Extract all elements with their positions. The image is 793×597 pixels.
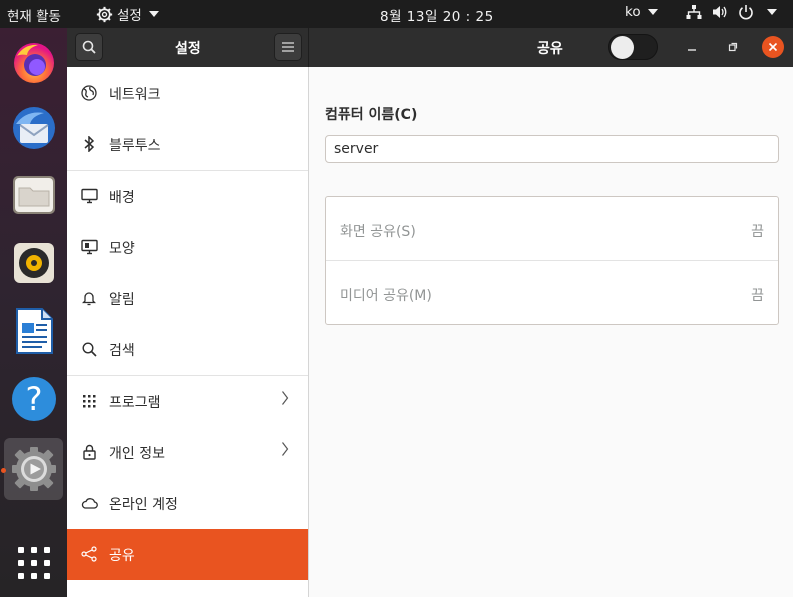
sidebar-item-label: 배경	[109, 190, 135, 206]
chevron-right-icon	[281, 390, 289, 411]
files-icon	[12, 176, 55, 214]
sidebar-item-notifications[interactable]: 알림	[67, 273, 308, 324]
sidebar-item-label: 모양	[109, 241, 135, 257]
sidebar-item-network[interactable]: 네트워크	[67, 68, 308, 119]
sidebar-item-search[interactable]: 검색	[67, 324, 308, 375]
svg-text:?: ?	[25, 380, 42, 418]
share-icon	[80, 545, 98, 563]
rhythmbox-icon	[13, 243, 54, 283]
computer-name-input[interactable]	[325, 135, 779, 163]
sharing-services-list: 화면 공유(S) 끔 미디어 공유(M) 끔	[325, 196, 779, 325]
sharing-toggle[interactable]	[608, 34, 658, 60]
menu-button[interactable]	[274, 33, 302, 61]
screen-sharing-label: 화면 공유(S)	[340, 224, 416, 240]
minimize-button[interactable]	[681, 36, 703, 58]
chevron-down-icon	[148, 11, 159, 17]
thunderbird-icon	[12, 107, 55, 149]
dock: ?	[0, 28, 67, 597]
sidebar-item-appearance[interactable]: 모양	[67, 222, 308, 273]
settings-sidebar: 네트워크 블루투스 배경 모양 알림 검색 프로그램 개인 정보 온라인 계정 …	[67, 67, 309, 597]
sidebar-item-label: 개인 정보	[109, 446, 165, 462]
computer-name-label: 컴퓨터 이름(C)	[325, 107, 418, 123]
bell-icon	[80, 289, 98, 307]
search-icon	[82, 40, 96, 54]
volume-icon	[713, 6, 727, 18]
sidebar-item-bluetooth[interactable]: 블루투스	[67, 119, 308, 170]
firefox-icon	[13, 43, 54, 83]
dock-help[interactable]: ?	[4, 368, 63, 430]
system-tray[interactable]	[686, 4, 777, 20]
monitor-icon	[80, 187, 98, 205]
network-icon	[686, 5, 702, 19]
bluetooth-icon	[80, 135, 98, 153]
screen-sharing-status: 끔	[751, 224, 764, 240]
top-panel: 현재 활동 설정 8월 13일 20 : 25 ko	[0, 0, 793, 28]
media-sharing-status: 끔	[751, 288, 764, 304]
sidebar-item-label: 네트워크	[109, 87, 161, 103]
media-sharing-label: 미디어 공유(M)	[340, 288, 432, 304]
sidebar-item-label: 검색	[109, 343, 135, 359]
app-menu-label: 설정	[117, 8, 142, 24]
sidebar-item-label: 공유	[109, 548, 135, 564]
cloud-icon	[80, 494, 98, 512]
dock-files[interactable]	[4, 164, 63, 226]
chevron-right-icon	[281, 441, 289, 462]
sidebar-item-background[interactable]: 배경	[67, 171, 308, 222]
clock[interactable]: 8월 13일 20 : 25	[380, 5, 494, 25]
help-icon: ?	[11, 377, 56, 421]
maximize-button[interactable]	[722, 36, 744, 58]
search-icon	[80, 340, 98, 358]
content-headerbar: 공유	[309, 28, 793, 67]
dock-rhythmbox[interactable]	[4, 232, 63, 294]
globe-icon	[80, 84, 98, 102]
hamburger-icon	[282, 42, 294, 52]
settings-icon	[11, 447, 56, 491]
chevron-down-icon	[767, 9, 777, 15]
toggle-knob	[611, 36, 634, 59]
sidebar-item-sharing[interactable]: 공유	[67, 529, 308, 580]
sidebar-item-online-accounts[interactable]: 온라인 계정	[67, 478, 308, 529]
sidebar-item-label: 블루투스	[109, 138, 161, 154]
sidebar-headerbar: 설정	[67, 28, 309, 67]
writer-icon	[15, 308, 53, 354]
search-button[interactable]	[75, 33, 103, 61]
lock-icon	[80, 443, 98, 461]
media-sharing-row[interactable]: 미디어 공유(M) 끔	[326, 261, 778, 325]
app-grid-icon	[17, 547, 50, 579]
minimize-icon	[688, 49, 696, 51]
sharing-panel: 컴퓨터 이름(C) 화면 공유(S) 끔 미디어 공유(M) 끔	[309, 67, 793, 597]
sidebar-title: 설정	[175, 41, 201, 57]
chevron-down-icon	[647, 9, 658, 15]
dock-firefox[interactable]	[4, 31, 63, 93]
sidebar-item-applications[interactable]: 프로그램	[67, 376, 308, 427]
dock-show-applications[interactable]	[4, 532, 63, 594]
settings-window: 설정 공유 네트워크 블루투스 배경 모양 알림 검색 프로그램 개인 정보 온…	[67, 28, 793, 597]
dock-thunderbird[interactable]	[4, 97, 63, 159]
close-button[interactable]	[762, 36, 784, 58]
close-icon	[768, 42, 778, 52]
input-method-menu[interactable]: ko	[625, 4, 658, 20]
sidebar-item-privacy[interactable]: 개인 정보	[67, 427, 308, 478]
power-icon	[739, 5, 753, 20]
screen-sharing-row[interactable]: 화면 공유(S) 끔	[326, 197, 778, 261]
maximize-icon	[728, 42, 738, 52]
appearance-icon	[80, 238, 98, 256]
app-menu[interactable]: 설정	[96, 4, 159, 24]
gear-icon	[96, 6, 113, 22]
dock-settings[interactable]	[4, 438, 63, 500]
input-method-label: ko	[625, 4, 641, 20]
running-indicator	[1, 468, 6, 473]
sidebar-item-label: 프로그램	[109, 395, 161, 411]
grid-icon	[80, 392, 98, 410]
sidebar-item-label: 온라인 계정	[109, 497, 178, 513]
page-title: 공유	[537, 41, 563, 57]
dock-libreoffice-writer[interactable]	[4, 300, 63, 362]
activities-button[interactable]: 현재 활동	[7, 5, 61, 25]
sidebar-item-label: 알림	[109, 292, 135, 308]
